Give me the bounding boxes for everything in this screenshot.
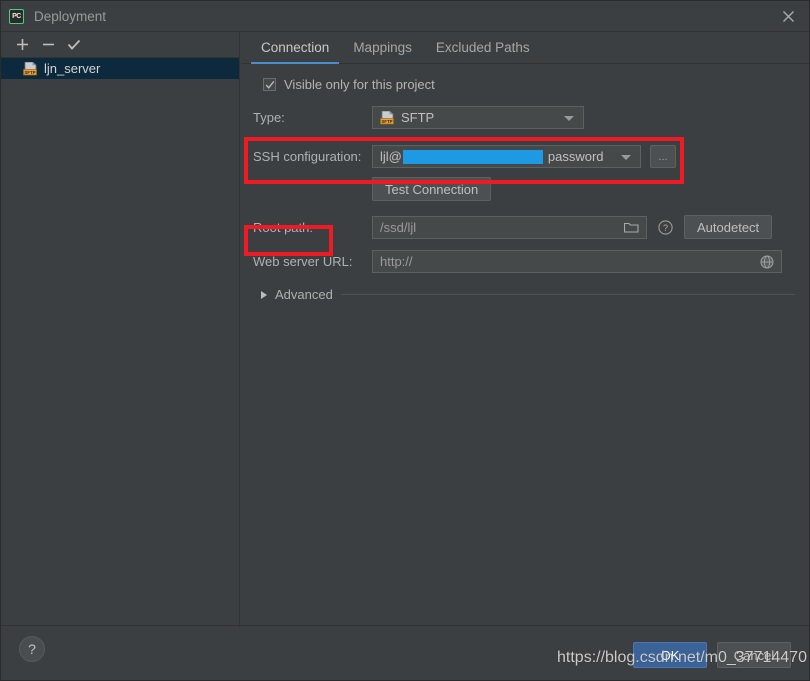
tab-connection[interactable]: Connection <box>249 40 341 63</box>
root-path-label: Root path: <box>253 220 372 235</box>
root-path-value: /ssd/ljl <box>380 220 416 235</box>
pycharm-icon: PC <box>9 9 24 24</box>
root-path-input[interactable]: /ssd/ljl <box>372 216 647 239</box>
chevron-down-icon <box>564 116 574 121</box>
visible-only-label: Visible only for this project <box>284 77 435 92</box>
server-list-item-label: ljn_server <box>44 61 100 76</box>
ssh-configuration-combo[interactable]: ljl@ password <box>372 145 641 168</box>
web-server-url-row: Web server URL: http:// <box>253 250 810 273</box>
tab-mappings[interactable]: Mappings <box>341 40 424 63</box>
connection-panel: Connection Mappings Excluded Paths Visib… <box>241 32 810 627</box>
chevron-right-icon <box>261 291 267 299</box>
tab-bar: Connection Mappings Excluded Paths <box>241 32 810 64</box>
svg-text:?: ? <box>663 223 668 233</box>
help-button[interactable]: ? <box>19 636 45 662</box>
pycharm-icon-text: PC <box>12 13 21 20</box>
visible-only-row: Visible only for this project <box>253 77 810 92</box>
type-label: Type: <box>253 110 372 125</box>
server-list-panel: SFTP ljn_server <box>1 32 240 627</box>
plus-icon[interactable] <box>9 34 35 56</box>
window-title: Deployment <box>34 9 106 24</box>
root-path-row: Root path: /ssd/ljl ? Autodetect <box>253 215 810 239</box>
sftp-icon: SFTP <box>23 62 38 76</box>
advanced-label: Advanced <box>275 287 333 302</box>
folder-icon[interactable] <box>624 221 639 237</box>
chevron-down-icon <box>621 155 631 160</box>
web-server-url-value: http:// <box>380 254 413 269</box>
server-list-item-ljn-server[interactable]: SFTP ljn_server <box>1 58 239 79</box>
advanced-divider <box>341 294 795 295</box>
close-icon[interactable] <box>765 1 810 31</box>
ssh-configuration-label: SSH configuration: <box>253 149 372 164</box>
title-bar: PC Deployment <box>1 1 810 32</box>
watermark-text: https://blog.csdn.net/m0_37714470 <box>557 649 807 667</box>
connection-form: Visible only for this project Type: SFTP… <box>241 64 810 302</box>
redaction-bar <box>403 150 543 164</box>
svg-text:SFTP: SFTP <box>24 70 35 75</box>
svg-text:SFTP: SFTP <box>381 119 392 124</box>
web-server-url-label: Web server URL: <box>253 254 372 269</box>
web-server-url-input[interactable]: http:// <box>372 250 782 273</box>
ssh-configuration-browse-button[interactable]: ... <box>650 145 676 168</box>
check-icon[interactable] <box>61 34 87 56</box>
type-row: Type: SFTP SFTP <box>253 106 810 129</box>
advanced-section-header[interactable]: Advanced <box>253 287 810 302</box>
globe-icon[interactable] <box>760 255 774 272</box>
autodetect-button[interactable]: Autodetect <box>684 215 772 239</box>
tab-excluded-paths[interactable]: Excluded Paths <box>424 40 542 63</box>
test-connection-button[interactable]: Test Connection <box>372 177 491 201</box>
ssh-configuration-value-suffix: password <box>548 149 604 164</box>
ssh-configuration-value-prefix: ljl@ <box>380 149 402 164</box>
deployment-dialog: PC Deployment <box>0 0 810 681</box>
minus-icon[interactable] <box>35 34 61 56</box>
type-combo[interactable]: SFTP SFTP <box>372 106 584 129</box>
server-list-toolbar <box>1 32 239 58</box>
ssh-configuration-row: SSH configuration: ljl@ password ... <box>253 145 810 168</box>
test-connection-row: Test Connection <box>253 177 810 201</box>
server-list: SFTP ljn_server <box>1 58 239 79</box>
question-circle-icon[interactable]: ? <box>658 220 673 235</box>
visible-only-checkbox[interactable] <box>263 78 276 91</box>
type-value: SFTP <box>401 110 434 125</box>
sftp-icon: SFTP <box>380 111 395 125</box>
